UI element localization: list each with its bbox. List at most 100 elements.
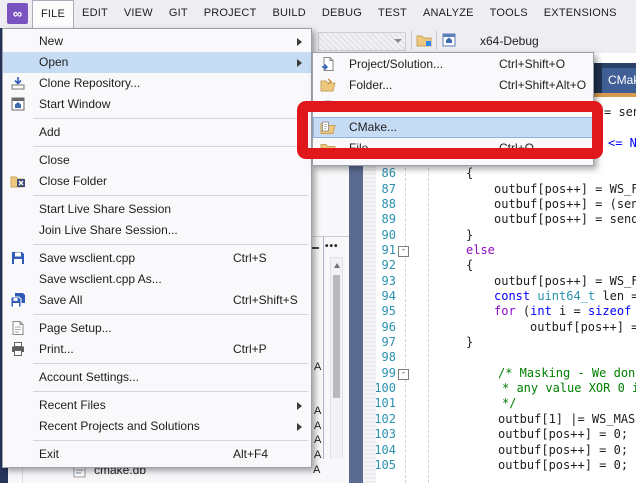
menu-item-label: Open (39, 55, 68, 69)
menu-separator (3, 437, 311, 444)
chevron-down-icon (394, 39, 402, 43)
line-number: 98 (370, 350, 396, 365)
save-icon (10, 250, 27, 267)
menubar-item-git[interactable]: GIT (161, 0, 196, 28)
menubar-item-file[interactable]: FILE (32, 0, 74, 28)
line-number: 95 (370, 304, 396, 319)
menu-separator (3, 115, 311, 122)
folder-icon (320, 77, 337, 94)
line-number: 86 (370, 166, 396, 181)
line-number: 105 (370, 458, 396, 473)
code-text: { (466, 166, 473, 181)
code-line-93[interactable]: 93 outbuf[pos++] = WS_F (363, 274, 636, 289)
menu-item-shortcut: Ctrl+P (233, 339, 267, 360)
menu-item-exit[interactable]: ExitAlt+F4 (3, 444, 311, 465)
code-line-98[interactable]: 98 (363, 350, 636, 365)
menu-item-label: Save wsclient.cpp (39, 251, 135, 265)
line-number: 96 (370, 320, 396, 335)
menubar-item-debug[interactable]: DEBUG (314, 0, 370, 28)
menu-item-label: Exit (39, 447, 59, 461)
code-text: outbuf[pos++] = (sen (494, 197, 636, 212)
menu-item-close[interactable]: Close (3, 150, 311, 171)
git-status-letter: A (314, 449, 324, 463)
menubar-item-view[interactable]: VIEW (116, 0, 161, 28)
menu-item-start-live-share-session[interactable]: Start Live Share Session (3, 199, 311, 220)
disabled-combobox[interactable] (318, 32, 406, 51)
menu-item-start-window[interactable]: Start Window (3, 94, 311, 115)
code-line-87[interactable]: 87outbuf[pos++] = WS_F (363, 182, 636, 197)
menu-item-label: New (39, 34, 63, 48)
code-line-90[interactable]: 90} (363, 228, 636, 243)
menu-item-close-folder[interactable]: Close Folder (3, 171, 311, 192)
code-line-105[interactable]: 105outbuf[pos++] = 0; (363, 458, 636, 473)
submenu-arrow-icon (297, 59, 302, 67)
menu-item-account-settings[interactable]: Account Settings... (3, 367, 311, 388)
code-line-97[interactable]: 97} (363, 335, 636, 350)
submenu-arrow-icon (297, 423, 302, 431)
document-tab-strip: CMak (591, 63, 636, 97)
line-number: 93 (370, 274, 396, 289)
code-line-96[interactable]: 96outbuf[pos++] = (363, 320, 636, 335)
code-text: outbuf[pos++] = 0; (498, 443, 628, 458)
code-text: outbuf[pos++] = WS_F (494, 274, 636, 289)
code-text: for (int i = sizeof (494, 304, 631, 319)
submenu-item-folder[interactable]: Folder...Ctrl+Shift+Alt+O (313, 75, 593, 96)
menu-item-save-wsclient-cpp-as[interactable]: Save wsclient.cpp As... (3, 269, 311, 290)
code-line-104[interactable]: 104outbuf[pos++] = 0; (363, 443, 636, 458)
scroll-up-arrow-icon[interactable] (334, 263, 340, 268)
code-line-101[interactable]: 101*/ (363, 396, 636, 411)
code-line-95[interactable]: 95 for (int i = sizeof (363, 304, 636, 319)
menu-item-open[interactable]: Open (3, 52, 311, 73)
scrollbar-thumb[interactable] (333, 275, 340, 398)
line-number: 103 (370, 427, 396, 442)
code-text: outbuf[pos++] = send (494, 212, 636, 227)
menu-item-clone-repository[interactable]: Clone Repository... (3, 73, 311, 94)
code-line-94[interactable]: 94const uint64_t len = (363, 289, 636, 304)
submenu-item-project-solution[interactable]: Project/Solution...Ctrl+Shift+O (313, 54, 593, 75)
menubar-item-edit[interactable]: EDIT (74, 0, 116, 28)
menu-item-page-setup[interactable]: Page Setup... (3, 318, 311, 339)
menubar-item-project[interactable]: PROJECT (196, 0, 265, 28)
menu-separator (3, 143, 311, 150)
menu-item-label: Print... (39, 342, 74, 356)
code-line-88[interactable]: 88 outbuf[pos++] = (sen (363, 197, 636, 212)
code-line-100[interactable]: 100* any value XOR 0 is i (363, 381, 636, 396)
line-number: 87 (370, 182, 396, 197)
menu-item-new[interactable]: New (3, 31, 311, 52)
start-window-icon[interactable] (441, 32, 457, 53)
fold-collapse-icon[interactable]: - (398, 369, 409, 380)
menubar-item-test[interactable]: TEST (370, 0, 415, 28)
menu-item-save-wsclient-cpp[interactable]: Save wsclient.cppCtrl+S (3, 248, 311, 269)
solution-explorer-scrollbar[interactable] (330, 257, 343, 483)
code-line-102[interactable]: 102outbuf[1] |= WS_MASKBIT (363, 412, 636, 427)
menu-separator (3, 241, 311, 248)
open-folder-icon[interactable] (416, 32, 432, 53)
menu-item-join-live-share-session[interactable]: Join Live Share Session... (3, 220, 311, 241)
menu-item-print[interactable]: Print... Ctrl+P (3, 339, 311, 360)
tab-cmake-file[interactable]: CMak (602, 68, 636, 93)
menu-item-save-all[interactable]: Save AllCtrl+Shift+S (3, 290, 311, 311)
code-line-99[interactable]: 99-/* Masking - We don't c (363, 366, 636, 381)
line-number: 97 (370, 335, 396, 350)
code-line-92[interactable]: 92{ (363, 258, 636, 273)
menubar-item-tools[interactable]: TOOLS (482, 0, 536, 28)
line-number: 102 (370, 412, 396, 427)
menu-item-label: Save wsclient.cpp As... (39, 272, 162, 286)
menu-item-add[interactable]: Add (3, 122, 311, 143)
code-line-86[interactable]: 86 { (363, 166, 636, 181)
fold-collapse-icon[interactable]: - (398, 246, 409, 257)
overflow-menu-button[interactable]: ••• (325, 241, 339, 252)
menu-item-recent-projects-and-solutions[interactable]: Recent Projects and Solutions (3, 416, 311, 437)
menubar-item-analyze[interactable]: ANALYZE (415, 0, 482, 28)
menubar-item-extensions[interactable]: EXTENSIONS (536, 0, 625, 28)
code-line-103[interactable]: 103outbuf[pos++] = 0; (363, 427, 636, 442)
code-line-91[interactable]: 91-else (363, 243, 636, 258)
print-icon (10, 341, 27, 358)
menubar-item-build[interactable]: BUILD (265, 0, 314, 28)
menu-item-recent-files[interactable]: Recent Files (3, 395, 311, 416)
line-number: 88 (370, 197, 396, 212)
toolbar-separator (436, 31, 437, 50)
code-line-89[interactable]: 89outbuf[pos++] = send (363, 212, 636, 227)
solution-configuration-dropdown[interactable]: x64-Debug (480, 32, 539, 50)
code-text: } (466, 335, 473, 350)
